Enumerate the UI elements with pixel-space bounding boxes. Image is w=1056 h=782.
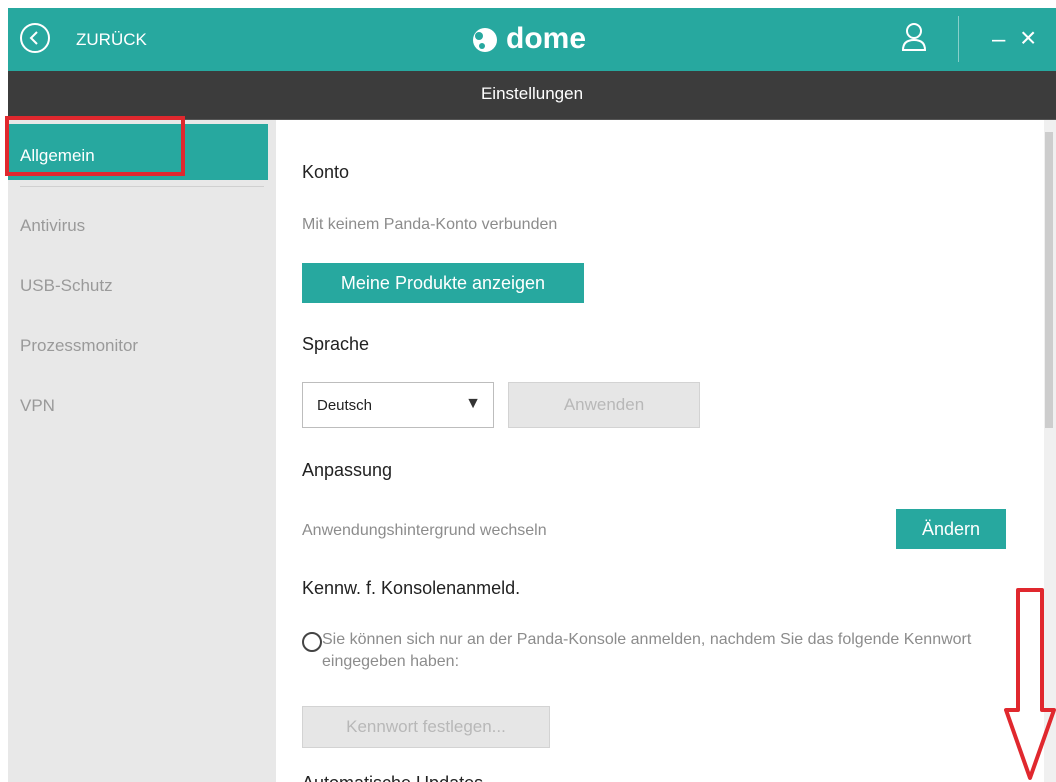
password-radio[interactable] <box>302 632 322 652</box>
background-label: Anwendungshintergrund wechseln <box>302 522 547 539</box>
sidebar-divider <box>20 186 264 187</box>
app-logo: dome <box>470 22 586 56</box>
back-label[interactable]: ZURÜCK <box>76 30 147 50</box>
user-icon[interactable] <box>901 22 927 57</box>
sidebar-item-usb-schutz[interactable]: USB-Schutz <box>20 276 113 296</box>
settings-content: Konto Mit keinem Panda-Konto verbunden M… <box>276 120 1044 782</box>
title-bar: ZURÜCK dome – × <box>8 8 1056 71</box>
highlight-annotation <box>5 116 185 176</box>
konto-status: Mit keinem Panda-Konto verbunden <box>302 216 558 233</box>
panda-logo-icon <box>473 28 497 52</box>
sidebar-item-vpn[interactable]: VPN <box>20 396 55 416</box>
auto-updates-heading: Automatische Updates <box>302 774 483 782</box>
minimize-icon[interactable]: – <box>992 26 1005 54</box>
konto-heading: Konto <box>302 162 350 182</box>
close-icon[interactable]: × <box>1020 22 1036 54</box>
sidebar-item-antivirus[interactable]: Antivirus <box>20 216 85 236</box>
password-radio-label: Sie können sich nur an der Panda-Konsole… <box>322 631 972 670</box>
kennwort-heading: Kennw. f. Konsolenanmeld. <box>302 578 521 598</box>
apply-language-button[interactable]: Anwenden <box>508 382 700 428</box>
chevron-left-icon <box>29 31 38 45</box>
page-title: Einstellungen <box>480 84 584 103</box>
sidebar-item-prozessmonitor[interactable]: Prozessmonitor <box>20 336 138 356</box>
anpassung-heading: Anpassung <box>302 460 393 480</box>
sprache-heading: Sprache <box>302 334 370 354</box>
sidebar: Allgemein Antivirus USB-Schutz Prozessmo… <box>8 120 276 782</box>
dropdown-arrow-icon: ▼ <box>465 395 481 412</box>
show-products-button[interactable]: Meine Produkte anzeigen <box>302 263 584 303</box>
top-strip <box>0 0 1056 8</box>
back-button[interactable] <box>20 23 50 53</box>
language-value: Deutsch <box>317 397 373 414</box>
logo-text: dome <box>506 22 587 55</box>
scroll-down-arrow-annotation <box>1004 588 1056 780</box>
subheader-bar: Einstellungen <box>8 71 1056 120</box>
set-password-button[interactable]: Kennwort festlegen... <box>302 706 550 748</box>
language-select[interactable]: Deutsch ▼ <box>302 382 494 428</box>
scrollbar-thumb[interactable] <box>1045 132 1053 428</box>
title-divider <box>958 16 959 62</box>
change-background-button[interactable]: Ändern <box>896 509 1006 549</box>
